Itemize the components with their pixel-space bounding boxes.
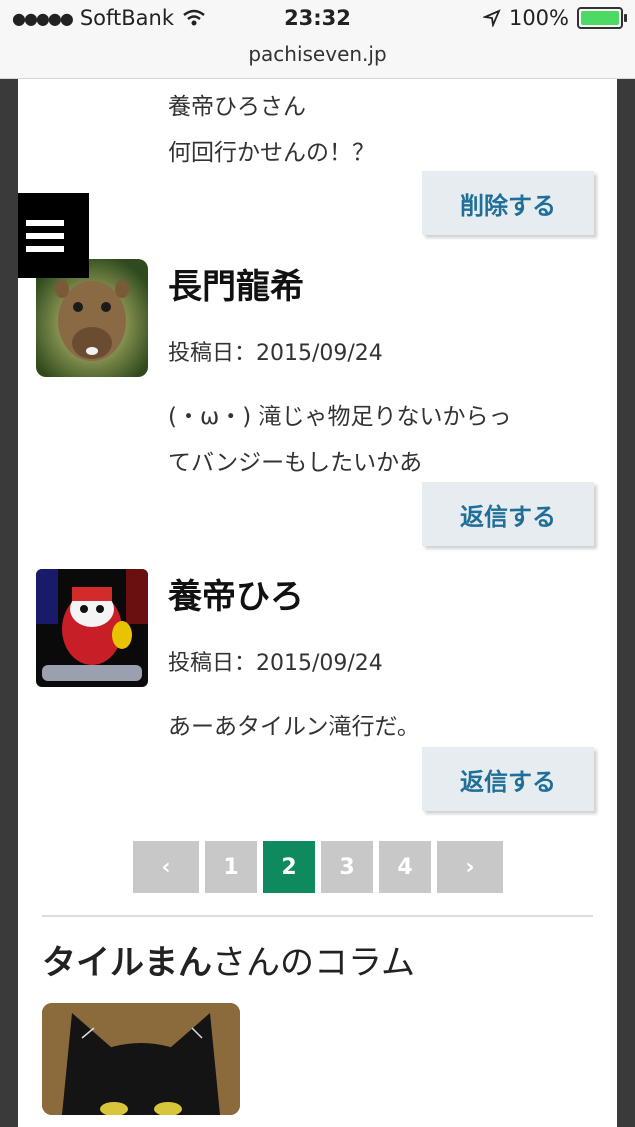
page-link-4[interactable]: 4 xyxy=(379,841,431,893)
url-bar[interactable]: pachiseven.jp xyxy=(0,42,635,66)
column-title-suffix: さんのコラム xyxy=(212,943,415,983)
commenter-name[interactable]: 長門龍希 xyxy=(168,259,304,308)
browser-top-bar: ●●●●● SoftBank 23:32 100% pachiseven.jp xyxy=(0,0,635,79)
juggler-logo-avatar-image xyxy=(36,569,148,687)
column-section-title: タイルまんさんのコラム xyxy=(42,935,415,984)
status-bar: ●●●●● SoftBank 23:32 100% xyxy=(0,6,635,34)
page-link-1[interactable]: 1 xyxy=(205,841,257,893)
page-content: 養帝ひろさん 何回行かせんの！？ 削除する 長門龍希 投稿日：2015/09/2… xyxy=(18,79,617,1127)
battery-percent: 100% xyxy=(508,6,569,30)
reply-button[interactable]: 返信する xyxy=(422,482,594,546)
menu-icon-bar xyxy=(25,232,64,239)
comment-text-line: あーあタイルン滝行だ。 xyxy=(168,714,420,740)
column-author-name[interactable]: タイルまん xyxy=(42,943,212,983)
prev-page-button[interactable]: ‹ xyxy=(133,841,199,893)
commenter-name[interactable]: 養帝ひろ xyxy=(168,569,304,618)
page-link-3[interactable]: 3 xyxy=(321,841,373,893)
hamburger-menu-button[interactable] xyxy=(18,193,89,278)
next-page-button[interactable]: › xyxy=(437,841,503,893)
status-right: 100% xyxy=(482,6,627,30)
post-date: 投稿日：2015/09/24 xyxy=(168,341,383,366)
delete-button[interactable]: 削除する xyxy=(422,171,594,235)
pagination: ‹ 1 2 3 4 › xyxy=(133,841,503,893)
page-link-2-current[interactable]: 2 xyxy=(263,841,315,893)
comment-text-line: (・ω・) 滝じゃ物足りないからっ xyxy=(168,404,512,430)
battery-icon xyxy=(577,7,627,29)
post-date: 投稿日：2015/09/24 xyxy=(168,651,383,676)
location-arrow-icon xyxy=(482,9,501,27)
section-divider xyxy=(42,915,593,917)
comment-text-line: てバンジーもしたいかあ xyxy=(168,450,423,476)
comment-text-line: 養帝ひろさん xyxy=(168,94,306,120)
menu-icon-bar xyxy=(25,245,64,252)
menu-icon-bar xyxy=(25,219,64,226)
cat-thumbnail-image xyxy=(42,1003,240,1115)
avatar[interactable] xyxy=(36,569,148,687)
comment-text-line: 何回行かせんの！？ xyxy=(168,140,375,166)
column-thumbnail[interactable] xyxy=(42,1003,240,1115)
reply-button[interactable]: 返信する xyxy=(422,747,594,811)
